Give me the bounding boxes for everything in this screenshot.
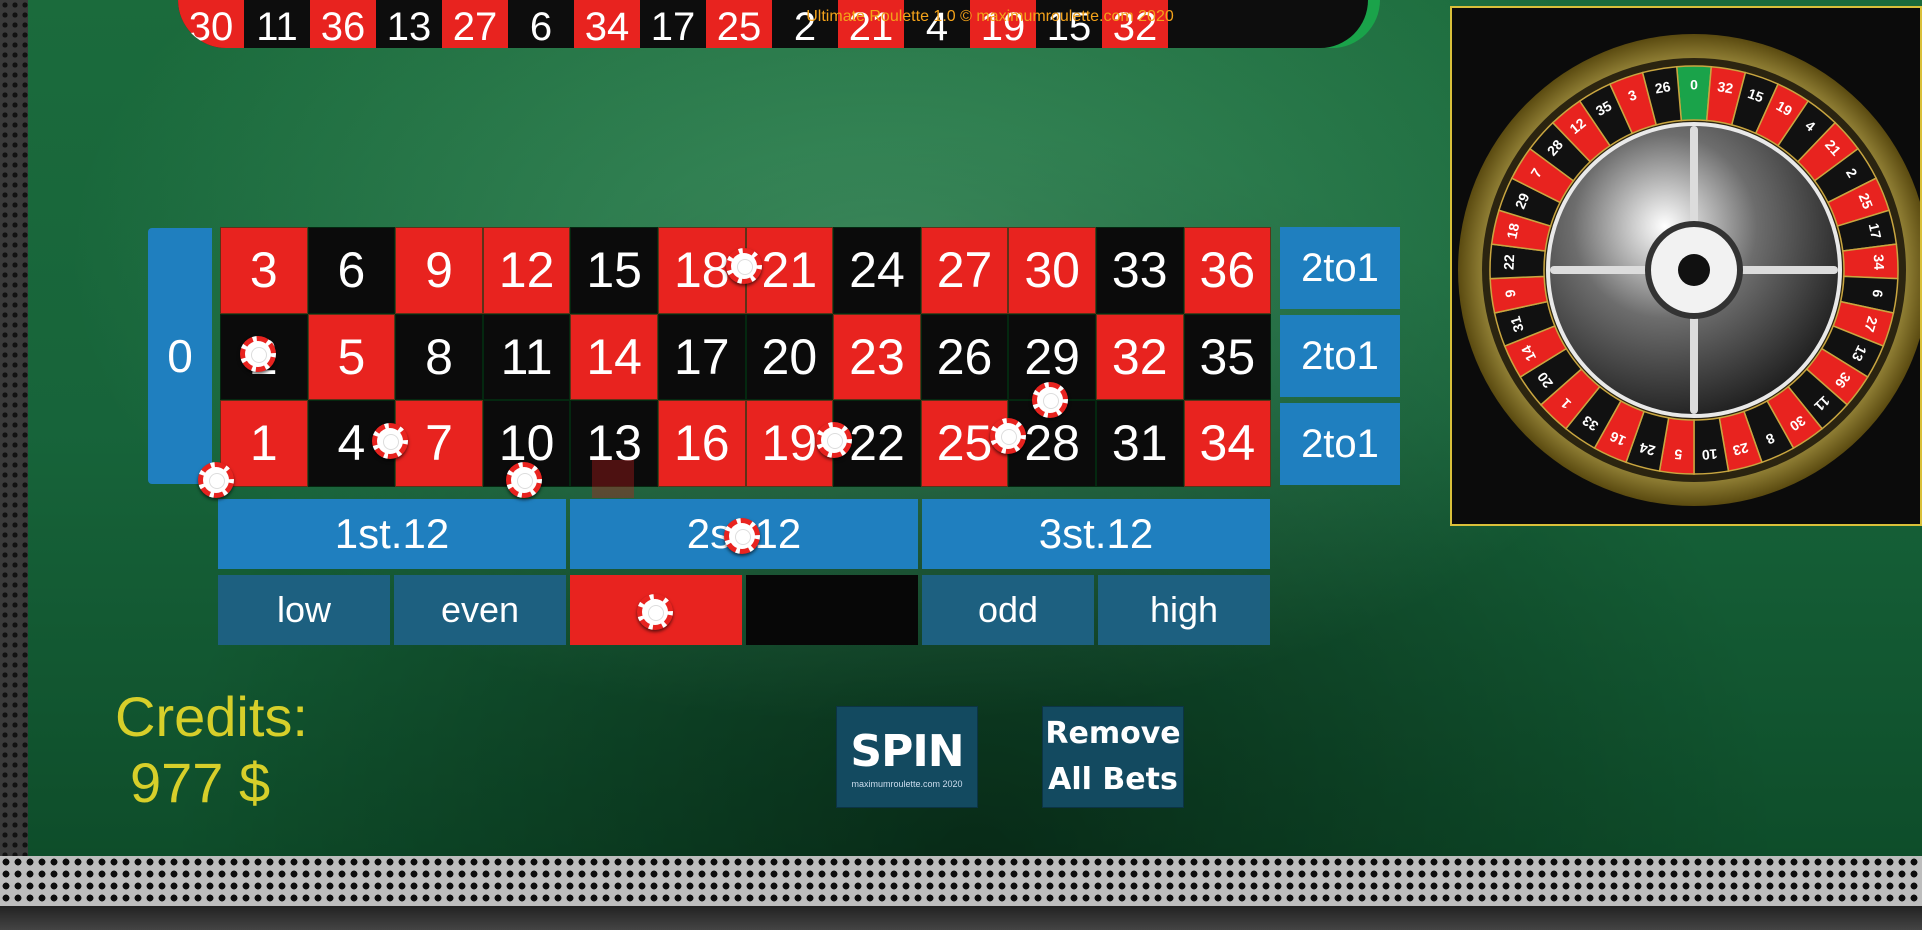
- racetrack-pocket[interactable]: 6: [508, 0, 574, 48]
- bet-number-cell[interactable]: 14: [570, 313, 658, 401]
- column-bet-middle[interactable]: 2to1: [1280, 315, 1400, 397]
- wheel-pocket-number: 0: [1690, 77, 1698, 93]
- racetrack-pocket[interactable]: 27: [442, 0, 508, 48]
- bet-number-cell[interactable]: 15: [570, 227, 658, 314]
- bet-odd[interactable]: odd: [922, 575, 1094, 645]
- bet-low[interactable]: low: [218, 575, 390, 645]
- wheel-pocket-number: 22: [1501, 254, 1518, 270]
- bet-number-cell[interactable]: 35: [1183, 313, 1272, 401]
- remove-button-line2: All Bets: [1048, 762, 1178, 797]
- column-bet-top[interactable]: 2to1: [1280, 227, 1400, 309]
- roulette-wheel: 0 32 1519421225173462713361130823105241633…: [1458, 34, 1920, 506]
- column-bet-bottom[interactable]: 2to1: [1280, 403, 1400, 485]
- bet-number-cell[interactable]: 31: [1095, 400, 1184, 487]
- bet-number-cell[interactable]: 23: [833, 313, 921, 401]
- bet-number-cell[interactable]: 32: [1095, 313, 1184, 401]
- bet-zero[interactable]: 0: [148, 228, 212, 484]
- wheel-pocket-number: 32: [1716, 78, 1734, 96]
- spin-button-caption: maximumroulette.com 2020: [851, 778, 963, 789]
- bet-number-cell[interactable]: 11: [482, 313, 571, 401]
- roulette-wheel-view: 0 32 15 19 4 21 2 25 17 34 6 27 13 36 11 30 8 23 10 5 24 16 33…: [1450, 6, 1922, 526]
- game-title: Ultimate Roulette 1.0 © maximumroulette.…: [806, 8, 1174, 25]
- remove-all-bets-button[interactable]: Remove All Bets: [1042, 706, 1184, 808]
- outside-bets: low even odd high: [218, 575, 1270, 645]
- wheel-turret-center: [1678, 254, 1710, 286]
- bet-number-cell[interactable]: 17: [657, 313, 746, 401]
- table-frame-base: [0, 906, 1922, 930]
- remove-button-line1: Remove: [1045, 716, 1181, 751]
- bet-number-cell[interactable]: 26: [920, 313, 1009, 401]
- racetrack-pocket[interactable]: 13: [376, 0, 442, 48]
- racetrack-pocket[interactable]: 17: [640, 0, 706, 48]
- chip[interactable]: [372, 423, 408, 459]
- chip[interactable]: [724, 518, 760, 554]
- credits-label: Credits:: [115, 685, 308, 748]
- dozen-bet-first[interactable]: 1st.12: [218, 499, 566, 569]
- table-frame-left: [0, 0, 28, 930]
- bet-number-cell[interactable]: 7: [395, 400, 483, 487]
- bet-number-cell[interactable]: 20: [745, 313, 834, 401]
- bet-number-cell[interactable]: 30: [1008, 227, 1096, 314]
- table-frame-bottom: [0, 856, 1922, 906]
- bet-number-cell[interactable]: 3: [220, 227, 308, 314]
- wheel-pocket-number: 34: [1871, 254, 1888, 270]
- wheel-pocket-number: 26: [1654, 78, 1672, 96]
- wheel-pocket: [1675, 65, 1713, 122]
- chip[interactable]: [1032, 382, 1068, 418]
- chip[interactable]: [990, 418, 1026, 454]
- bet-number-cell[interactable]: 16: [657, 400, 746, 487]
- bet-number-cell[interactable]: 9: [395, 227, 483, 314]
- racetrack[interactable]: 30 11 36 13 27 6 34 17 25 2 21 4 19 15 32: [178, 0, 1368, 48]
- hover-highlight: [592, 460, 634, 498]
- bet-number-cell[interactable]: 24: [833, 227, 921, 314]
- wheel-pocket: [1841, 243, 1899, 280]
- bet-high[interactable]: high: [1098, 575, 1270, 645]
- chip[interactable]: [726, 248, 762, 284]
- spin-button-label: SPIN: [850, 725, 964, 777]
- bet-number-cell[interactable]: 33: [1095, 227, 1184, 314]
- chip[interactable]: [637, 594, 673, 630]
- credits-value: 977 $: [130, 751, 271, 814]
- wheel-pocket-number: 10: [1701, 446, 1718, 463]
- bet-number-cell[interactable]: 34: [1183, 400, 1272, 487]
- chip[interactable]: [816, 422, 852, 458]
- bet-black[interactable]: [746, 575, 918, 645]
- racetrack-pocket[interactable]: 25: [706, 0, 772, 48]
- racetrack-pocket[interactable]: 11: [244, 0, 310, 48]
- racetrack-pocket[interactable]: 34: [574, 0, 640, 48]
- chip[interactable]: [506, 462, 542, 498]
- wheel-pocket-number: 5: [1674, 446, 1683, 463]
- spin-button[interactable]: SPIN maximumroulette.com 2020: [836, 706, 978, 808]
- column-bets: 2to1 2to1 2to1: [1280, 227, 1400, 487]
- dozen-bet-third[interactable]: 3st.12: [922, 499, 1270, 569]
- bet-number-cell[interactable]: 5: [307, 313, 396, 401]
- bet-number-cell[interactable]: 8: [395, 313, 483, 401]
- bet-number-cell[interactable]: 27: [920, 227, 1009, 314]
- bet-number-cell[interactable]: 36: [1183, 227, 1272, 314]
- racetrack-pocket[interactable]: 36: [310, 0, 376, 48]
- chip[interactable]: [198, 462, 234, 498]
- bet-even[interactable]: even: [394, 575, 566, 645]
- bet-number-cell[interactable]: 12: [482, 227, 571, 314]
- bet-number-cell[interactable]: 6: [307, 227, 396, 314]
- chip[interactable]: [240, 336, 276, 372]
